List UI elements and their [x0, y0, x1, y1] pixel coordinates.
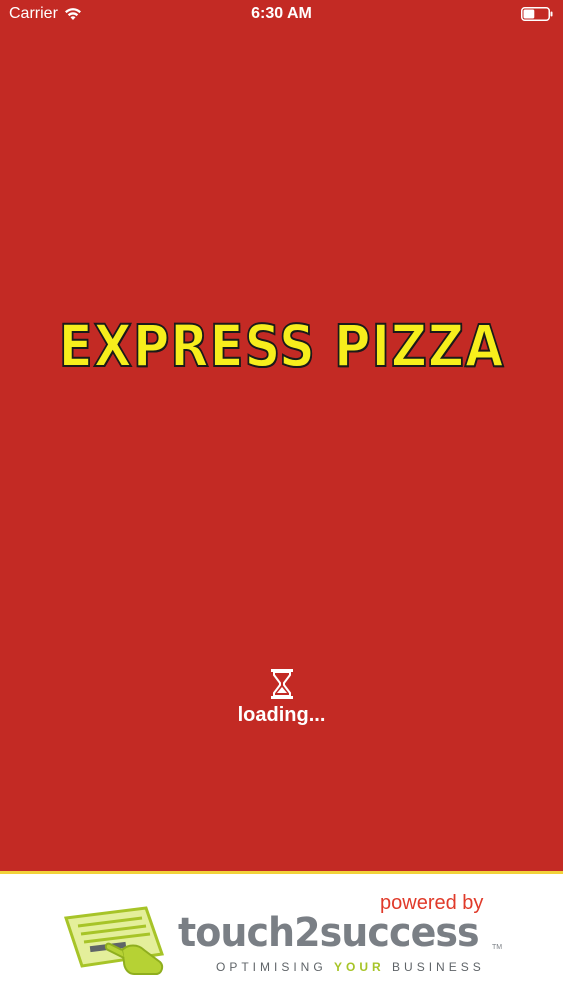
trademark-mark: TM [492, 944, 503, 951]
touch2success-logo-icon [64, 906, 165, 975]
tagline-part2: BUSINESS [392, 960, 485, 974]
tagline-highlight: YOUR [334, 960, 385, 974]
tagline-part1: OPTIMISING [216, 960, 327, 974]
splash-screen: Carrier 6:30 AM EXPRESS PIZZA loading... [0, 0, 563, 1000]
powered-by-footer: powered by touch2success TM OPTIMISING Y… [0, 871, 563, 1000]
loading-label: loading... [237, 704, 326, 726]
battery-icon [521, 7, 553, 21]
restaurant-title: EXPRESS PIZZA [58, 311, 505, 381]
status-time: 6:30 AM [251, 5, 312, 22]
loading-indicator: loading... [0, 668, 563, 727]
hourglass-icon [270, 669, 293, 699]
brand-tagline: OPTIMISING YOUR BUSINESS [216, 960, 485, 974]
status-bar: Carrier 6:30 AM [0, 0, 563, 30]
brand-wordmark: touch2success [178, 910, 480, 956]
